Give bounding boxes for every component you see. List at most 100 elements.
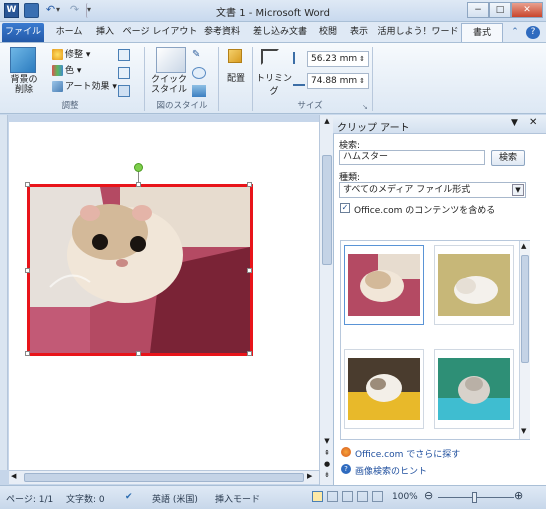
picture-effects-icon[interactable]: [192, 67, 206, 79]
insert-mode-indicator[interactable]: 挿入モード: [215, 492, 260, 505]
officecom-checkbox[interactable]: ✓: [340, 203, 350, 213]
word-count[interactable]: 文字数: 0: [66, 492, 105, 505]
color-button[interactable]: 色 ▾: [52, 63, 81, 76]
clip-art-result-thumbnail[interactable]: [344, 245, 424, 325]
quick-styles-button[interactable]: クイック スタイル: [146, 75, 192, 95]
quick-styles-icon[interactable]: [156, 47, 186, 73]
minimize-ribbon-icon[interactable]: ⌃: [508, 23, 522, 42]
hamster-picture[interactable]: [27, 184, 253, 356]
close-button[interactable]: ✕: [511, 2, 543, 18]
tab-insert[interactable]: 挿入: [91, 23, 119, 42]
picture-border-icon[interactable]: ✎: [192, 49, 206, 61]
scrollbar-thumb[interactable]: [24, 473, 304, 482]
draft-view-icon[interactable]: [372, 491, 383, 502]
width-input[interactable]: 74.88 mm ⇕: [307, 73, 369, 89]
color-icon: [52, 65, 63, 76]
scroll-down-icon[interactable]: ▼: [322, 437, 332, 447]
height-input[interactable]: 56.23 mm ⇕: [307, 51, 369, 67]
scroll-right-icon[interactable]: ▶: [307, 472, 317, 483]
title-bar: W ↶ ▾ ↷ ▾ 文書 1 - Microsoft Word − □ ✕: [0, 0, 546, 22]
clip-art-result-thumbnail[interactable]: [434, 245, 514, 325]
tab-file[interactable]: ファイル: [2, 23, 44, 42]
print-layout-view-icon[interactable]: [312, 491, 323, 502]
scrollbar-thumb[interactable]: [521, 255, 529, 363]
scroll-up-icon[interactable]: ▲: [322, 117, 332, 127]
resize-handle[interactable]: [25, 268, 30, 273]
resize-handle[interactable]: [25, 351, 30, 356]
scroll-up-icon[interactable]: ▲: [521, 242, 526, 250]
pane-options-icon[interactable]: ▼: [511, 118, 518, 128]
artistic-effects-button[interactable]: アート効果 ▾: [52, 79, 117, 92]
tab-addin[interactable]: 活用しよう！ワード: [376, 23, 460, 42]
next-page-icon[interactable]: ⇟: [322, 471, 332, 481]
help-icon[interactable]: ?: [526, 26, 540, 39]
search-input[interactable]: ハムスター: [339, 150, 485, 165]
window-title: 文書 1 - Microsoft Word: [216, 8, 330, 19]
clip-art-result-thumbnail[interactable]: [434, 349, 514, 429]
chevron-down-icon[interactable]: ▼: [512, 184, 524, 196]
outline-view-icon[interactable]: [357, 491, 368, 502]
document-horizontal-scrollbar[interactable]: ◀ ▶: [9, 470, 319, 484]
tab-view[interactable]: 表示: [345, 23, 373, 42]
tab-mailings[interactable]: 差し込み文書: [248, 23, 312, 42]
resize-handle[interactable]: [136, 351, 141, 356]
group-picture-styles-label: 図のスタイル: [156, 101, 208, 111]
tab-review[interactable]: 校閲: [314, 23, 342, 42]
arrange-icon[interactable]: [228, 49, 242, 63]
tab-page-layout[interactable]: ページ レイアウト: [122, 23, 198, 42]
width-value: 74.88 mm: [311, 76, 358, 86]
results-scrollbar[interactable]: ▲ ▼: [519, 241, 530, 439]
page-count[interactable]: ページ: 1/1: [6, 492, 53, 505]
zoom-level[interactable]: 100%: [392, 492, 418, 502]
arrange-button[interactable]: 配置: [222, 71, 250, 84]
browse-object-icon[interactable]: ●: [322, 460, 332, 470]
height-value: 56.23 mm: [311, 54, 358, 64]
zoom-slider-thumb[interactable]: [472, 492, 477, 503]
resize-handle[interactable]: [247, 351, 252, 356]
officecom-more-link[interactable]: Office.com でさらに探す: [355, 447, 460, 460]
width-icon: [293, 74, 305, 86]
scrollbar-thumb[interactable]: [322, 155, 332, 265]
scroll-left-icon[interactable]: ◀: [11, 472, 21, 483]
minimize-button[interactable]: −: [467, 2, 489, 18]
corrections-button[interactable]: 修整 ▾: [52, 47, 90, 60]
clip-art-results: ▲ ▼: [340, 240, 530, 440]
crop-button[interactable]: トリミング: [256, 71, 292, 97]
sun-icon: [52, 49, 63, 60]
tab-references[interactable]: 参考資料: [200, 23, 244, 42]
reset-picture-icon[interactable]: [118, 85, 130, 97]
crop-icon[interactable]: [261, 49, 279, 65]
document-vertical-scrollbar[interactable]: ▲ ▼ ⇞ ● ⇟: [319, 115, 333, 485]
compress-icon[interactable]: [118, 49, 130, 61]
tab-home[interactable]: ホーム: [49, 23, 89, 42]
pane-title: クリップ アート: [337, 123, 410, 134]
search-hints-link[interactable]: 画像検索のヒント: [355, 464, 427, 477]
size-dialog-launcher-icon[interactable]: ↘: [362, 103, 368, 111]
ribbon-separator: [372, 47, 373, 111]
resize-handle[interactable]: [247, 182, 252, 187]
resize-handle[interactable]: [25, 182, 30, 187]
picture-layout-icon[interactable]: [192, 85, 206, 97]
resize-handle[interactable]: [247, 268, 252, 273]
resize-handle[interactable]: [136, 182, 141, 187]
height-icon: [293, 52, 305, 64]
search-button[interactable]: 検索: [491, 150, 525, 166]
tab-format[interactable]: 書式: [461, 23, 503, 42]
web-layout-icon[interactable]: [342, 491, 353, 502]
ribbon: 背景の 削除 修整 ▾ 色 ▾ アート効果 ▾ 調整 クイック スタイル ✎ 図…: [0, 42, 546, 114]
rotation-handle[interactable]: [134, 163, 143, 172]
zoom-in-icon[interactable]: ⊕: [514, 489, 523, 502]
change-picture-icon[interactable]: [118, 67, 130, 79]
scroll-down-icon[interactable]: ▼: [521, 427, 526, 435]
language-indicator[interactable]: 英語 (米国): [152, 492, 198, 505]
proofing-icon[interactable]: ✔: [125, 492, 133, 502]
maximize-button[interactable]: □: [489, 2, 511, 18]
media-type-select[interactable]: すべてのメディア ファイル形式 ▼: [339, 182, 526, 198]
remove-background-icon[interactable]: [10, 47, 36, 73]
pane-close-icon[interactable]: ✕: [529, 117, 537, 128]
previous-page-icon[interactable]: ⇞: [322, 449, 332, 459]
clip-art-result-thumbnail[interactable]: [344, 349, 424, 429]
zoom-out-icon[interactable]: ⊖: [424, 489, 433, 502]
remove-background-button[interactable]: 背景の 削除: [4, 75, 44, 95]
full-screen-reading-icon[interactable]: [327, 491, 338, 502]
